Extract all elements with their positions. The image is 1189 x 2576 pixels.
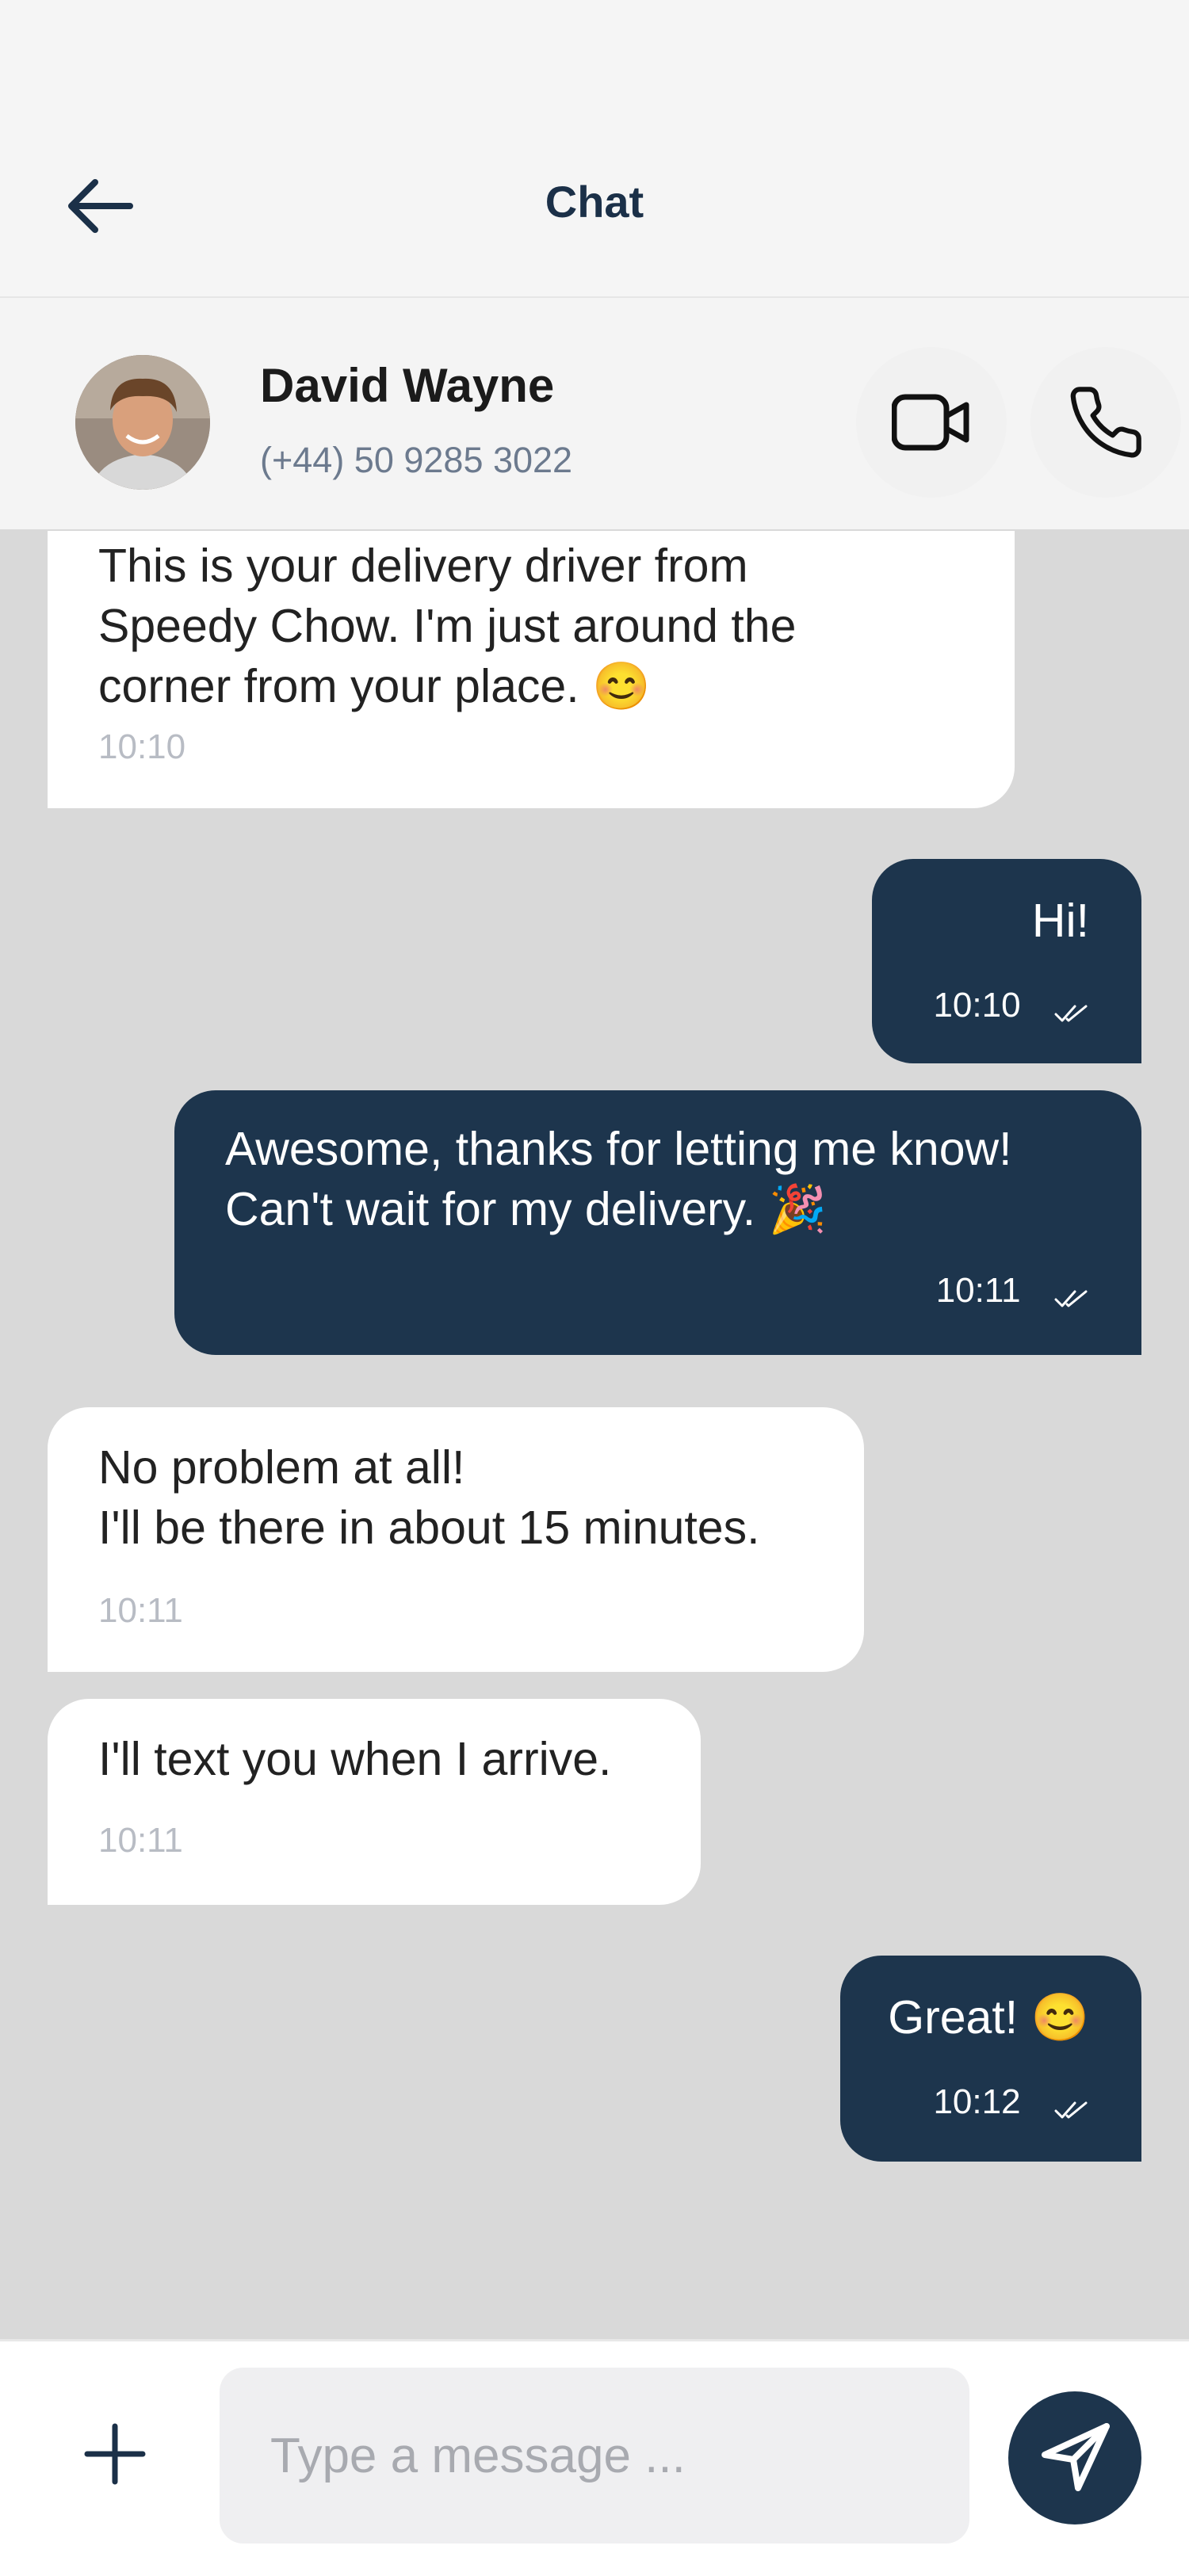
video-call-button[interactable] (856, 347, 1007, 498)
message-text: Great! 😊 (888, 1991, 1089, 2044)
message-time: 10:12 (933, 2082, 1021, 2121)
message-incoming[interactable]: I'll text you when I arrive. 10:11 (48, 1699, 701, 1905)
message-incoming[interactable]: No problem at all! I'll be there in abou… (48, 1407, 864, 1672)
message-text: Hi! (1031, 895, 1089, 947)
send-button[interactable] (1008, 2391, 1141, 2524)
message-outgoing[interactable]: Great! 😊 10:12 (840, 1956, 1141, 2162)
video-camera-icon (892, 394, 969, 451)
plus-icon (84, 2423, 146, 2485)
double-check-icon (1054, 1290, 1088, 1307)
top-app-bar: Chat (0, 0, 1189, 298)
message-text: This is your delivery driver from Speedy… (98, 540, 797, 712)
phone-icon (1070, 387, 1141, 458)
message-meta: 10:11 (936, 1271, 1089, 1311)
contact-phone: (+44) 50 9285 3022 (260, 440, 573, 480)
avatar-image (75, 355, 210, 490)
message-meta: 10:10 (933, 986, 1089, 1025)
message-time: 10:10 (98, 727, 186, 766)
message-outgoing[interactable]: Hi! 10:10 (872, 859, 1141, 1063)
message-time: 10:10 (933, 986, 1021, 1025)
message-meta: 10:12 (933, 2082, 1089, 2122)
page-title: Chat (545, 177, 644, 227)
message-outgoing[interactable]: Awesome, thanks for letting me know! Can… (174, 1090, 1141, 1355)
message-text: Awesome, thanks for letting me know! Can… (225, 1123, 1012, 1235)
message-incoming[interactable]: This is your delivery driver from Speedy… (48, 531, 1015, 808)
voice-call-button[interactable] (1030, 347, 1181, 498)
message-time: 10:11 (98, 1821, 183, 1860)
double-check-icon (1054, 2101, 1088, 2119)
message-time: 10:11 (98, 1591, 183, 1630)
message-time: 10:11 (935, 1271, 1021, 1310)
message-text: No problem at all! I'll be there in abou… (98, 1441, 760, 1554)
message-text: I'll text you when I arrive. (98, 1733, 612, 1785)
send-icon (1042, 2423, 1110, 2491)
contact-name: David Wayne (260, 359, 555, 412)
double-check-icon (1054, 1005, 1088, 1022)
message-input[interactable] (220, 2368, 969, 2544)
message-list[interactable]: This is your delivery driver from Speedy… (0, 531, 1189, 2337)
attach-button[interactable] (79, 2418, 151, 2490)
avatar[interactable] (75, 355, 210, 490)
